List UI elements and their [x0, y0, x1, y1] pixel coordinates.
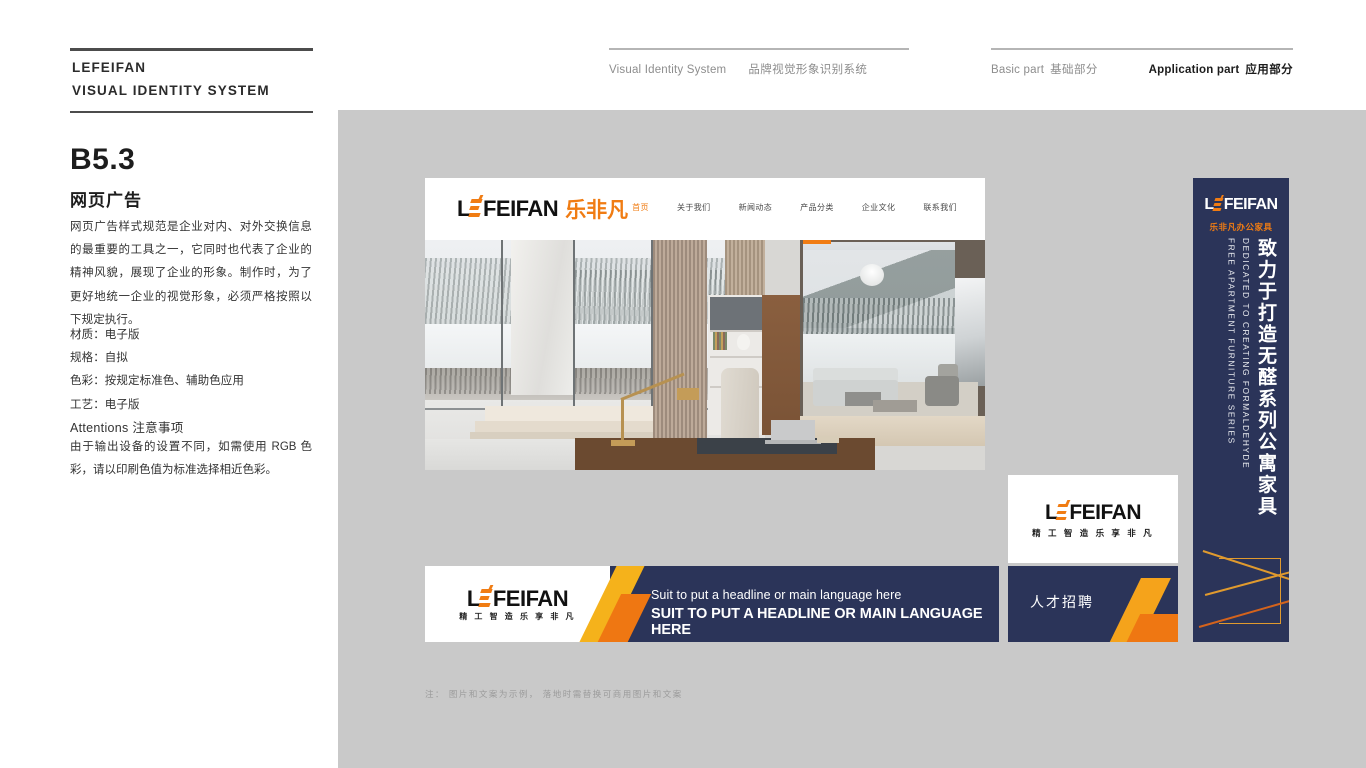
wb-logo-letters-rest: FEIFAN [492, 586, 569, 611]
vb-logo-e-icon [1212, 195, 1224, 213]
section-title: 网页广告 [70, 191, 142, 210]
header-group-vis: Visual Identity System 品牌视觉形象识别系统 [609, 48, 909, 77]
hero-desk-lamp-post [621, 400, 624, 442]
hero-shelf-divider-2 [710, 356, 762, 358]
hero-window-mullion-1 [501, 240, 503, 410]
hero-pendant-lamp [860, 264, 884, 286]
hero-vase [737, 334, 750, 350]
vertical-banner: L FEIFAN 乐非凡办公家具 致力于打造无醛系列公寓家具 DEDICATED… [1193, 178, 1289, 642]
website-logo[interactable]: L FEIFAN 乐非凡 [457, 194, 628, 224]
spec-item-color: 色彩：按规定标准色、辅助色应用 [70, 375, 244, 388]
lc-logo-letters-rest: FEIFAN [1069, 501, 1141, 524]
spec-list: 材质：电子版 规格：自拟 色彩：按规定标准色、辅助色应用 工艺：电子版 [70, 324, 320, 417]
nav-item-products[interactable]: 产品分类 [786, 202, 848, 213]
brand-block: LEFEIFAN VISUAL IDENTITY SYSTEM [70, 48, 313, 113]
wide-banner-logo: L FEIFAN [425, 585, 610, 612]
hero-shelf-wood-door [762, 295, 800, 435]
lc-logo-e-icon [1055, 499, 1071, 524]
tab-application-part-cn[interactable]: 应用部分 [1245, 61, 1293, 77]
hero-mountain-trees [803, 298, 955, 336]
logo-e-icon [468, 195, 484, 220]
vb-logo-letter-l: L [1204, 196, 1214, 213]
wide-banner-headline-2: SUIT TO PUT A HEADLINE OR MAIN LANGUAGE … [651, 606, 983, 638]
section-code: B5.3 [70, 143, 136, 176]
hero-window-mullion-2 [573, 240, 575, 410]
vertical-banner-sublabel: 乐非凡办公家具 [1209, 222, 1273, 232]
wide-banner-headline-1: Suit to put a headline or main language … [651, 588, 902, 602]
hero-step-1 [485, 406, 665, 422]
vertical-banner-deco-box [1219, 558, 1281, 624]
spec-item-craft: 工艺：电子版 [70, 398, 140, 411]
hero-lounge-chair [925, 376, 959, 406]
recruit-label: 人才招聘 [1030, 595, 1094, 611]
footnote: 注： 图片和文案为示例， 落地时需替换可商用图片和文案 [425, 689, 683, 699]
vb-logo-letters-rest: FEIFAN [1223, 196, 1278, 213]
hero-notebook [817, 436, 839, 443]
attentions-title: Attentions 注意事项 [70, 421, 184, 435]
vi-manual-page: LEFEIFAN VISUAL IDENTITY SYSTEM Visual I… [0, 0, 1366, 768]
hero-office-chair [721, 368, 759, 440]
tab-basic-part-cn[interactable]: 基础部分 [1050, 61, 1098, 77]
nav-item-contact[interactable]: 联系我们 [909, 202, 971, 213]
hero-art-panel [955, 278, 985, 386]
wb-logo-e-icon [478, 585, 494, 610]
vertical-banner-headline-cn: 致力于打造无醛系列公寓家具 [1255, 238, 1277, 518]
header-vis-cn: 品牌视觉形象识别系统 [748, 63, 868, 76]
vertical-banner-logo: L FEIFAN [1193, 195, 1289, 214]
hero-shelf-dark-top [710, 297, 762, 331]
spec-item-size: 规格：自拟 [70, 352, 128, 365]
website-mockup: L FEIFAN 乐非凡 首页 关于我们 新闻动态 产品分类 企业文化 联系我们 [425, 178, 985, 470]
vertical-banner-headline-en: DEDICATED TO CREATING FORMALDEHYDE FREE … [1226, 238, 1251, 470]
nav-item-culture[interactable]: 企业文化 [848, 202, 910, 213]
header-group-parts: Basic part 基础部分 Application part 应用部分 [991, 48, 1293, 77]
hero-coffee-table-2 [873, 400, 917, 412]
nav-item-news[interactable]: 新闻动态 [725, 202, 787, 213]
logo-card-tagline: 精 工 智 造 乐 享 非 凡 [1032, 529, 1154, 539]
hero-books [713, 332, 727, 350]
hero-laptop-base [765, 440, 821, 444]
wb-logo-letter-l: L [466, 586, 480, 611]
logo-card: L FEIFAN 精 工 智 造 乐 享 非 凡 [1008, 475, 1178, 563]
website-topbar: L FEIFAN 乐非凡 首页 关于我们 新闻动态 产品分类 企业文化 联系我们 [425, 178, 985, 240]
section-body-text: 网页广告样式规范是企业对内、对外交换信息的最重要的工具之一，它同时也代表了企业的… [70, 221, 312, 326]
header-vis-en: Visual Identity System [609, 63, 727, 76]
logo-card-logo: L FEIFAN [1008, 499, 1178, 525]
logo-letter-l: L [457, 196, 470, 221]
brand-name: LEFEIFAN [72, 60, 147, 75]
hero-concrete-pillar [511, 240, 573, 395]
nav-item-home[interactable]: 首页 [618, 202, 663, 213]
spec-item-material: 材质：电子版 [70, 329, 140, 341]
hero-desk-lamp-base [611, 440, 635, 446]
attentions-body: 由于输出设备的设置不同，如需使用 RGB 色彩，请以印刷色值为标准选择相近色彩。 [70, 441, 312, 477]
website-nav: 首页 关于我们 新闻动态 产品分类 企业文化 联系我们 [618, 202, 971, 213]
nav-item-about[interactable]: 关于我们 [663, 202, 725, 213]
wide-banner: L FEIFAN 精 工 智 造 乐 享 非 凡 Suit to put a h… [425, 566, 999, 642]
wide-banner-tagline: 精 工 智 造 乐 享 非 凡 [459, 612, 576, 621]
tab-basic-part-en[interactable]: Basic part [991, 64, 1044, 76]
recruit-banner: 人才招聘 [1008, 566, 1178, 642]
hero-desk-lamp-head [677, 388, 699, 400]
tab-application-part-en[interactable]: Application part [1149, 64, 1240, 76]
nav-active-underline [803, 240, 831, 244]
logo-letters-rest: FEIFAN [482, 196, 559, 221]
brand-system-label: VISUAL IDENTITY SYSTEM [72, 82, 270, 98]
brand-rule-bottom [70, 111, 313, 113]
hero-wood-slat-wall [653, 240, 707, 440]
lc-logo-letter-l: L [1045, 501, 1058, 524]
hero-laptop [771, 420, 815, 442]
website-hero-image: kapok Design Awards China 木棉中国设计奖 KAPOK … [425, 240, 985, 470]
